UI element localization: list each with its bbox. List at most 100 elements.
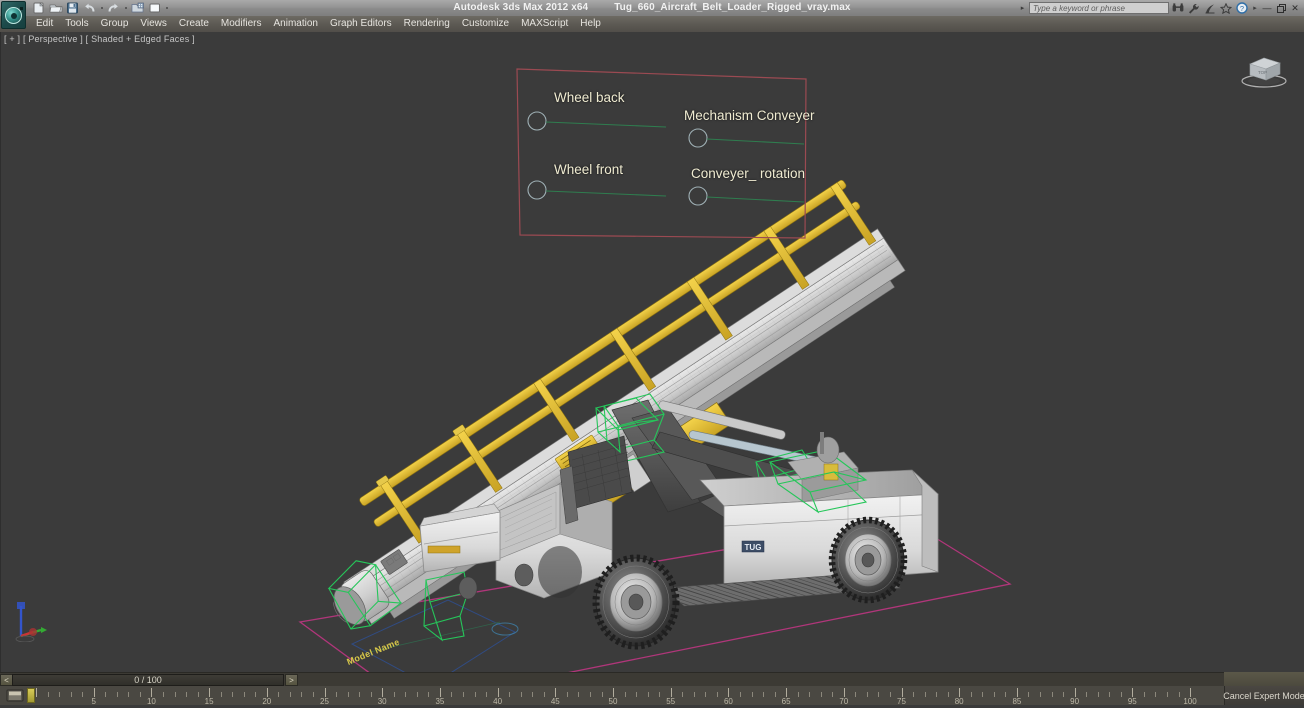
anno-circle-wheel-front[interactable]: [527, 180, 547, 200]
search-expand-arrow-icon[interactable]: ▸: [1018, 1, 1027, 15]
menu-item-rendering[interactable]: Rendering: [398, 16, 456, 32]
set-project-folder-icon[interactable]: [129, 1, 146, 15]
ruler-tick: [1016, 688, 1018, 697]
title-bar: Autodesk 3ds Max 2012 x64 Tug_660_Aircraf…: [0, 0, 1304, 16]
ruler-tick: [36, 688, 37, 697]
key-mode-toggle-icon[interactable]: [4, 688, 26, 703]
ruler-tick: [532, 692, 534, 697]
ruler-tick: [289, 692, 291, 697]
ruler-tick: [913, 692, 914, 697]
ruler-tick: [1051, 692, 1053, 697]
next-frame-button[interactable]: >: [285, 674, 298, 686]
ruler-tick: [1063, 692, 1065, 697]
menu-item-help[interactable]: Help: [574, 16, 607, 32]
anno-circle-conveyer-rotation[interactable]: [688, 186, 708, 206]
ruler-tick: [359, 692, 361, 697]
restore-button[interactable]: [1275, 1, 1287, 15]
anno-circle-mechanism-conveyer[interactable]: [688, 128, 708, 148]
open-file-icon[interactable]: [47, 1, 64, 15]
ruler-tick: [59, 692, 61, 697]
ruler-tick: [393, 692, 395, 697]
ruler-tick: [1086, 692, 1088, 697]
favorites-star-icon[interactable]: [1219, 1, 1233, 15]
menu-item-views[interactable]: Views: [134, 16, 173, 32]
binoculars-icon[interactable]: [1171, 1, 1185, 15]
time-slider-track[interactable]: < 0 / 100 >: [0, 672, 1224, 686]
ruler-tick: [578, 692, 580, 697]
ruler-tick: [416, 692, 418, 697]
ruler-tick-label: 5: [91, 697, 96, 705]
menu-item-graph-editors[interactable]: Graph Editors: [324, 16, 398, 32]
ruler-tick: [162, 692, 164, 697]
ruler-tick: [1120, 692, 1122, 697]
quick-access-toolbar: [30, 1, 170, 15]
ruler-tick: [901, 688, 903, 697]
help-icon[interactable]: ?: [1235, 1, 1249, 15]
ruler-tick: [497, 688, 499, 697]
current-frame-marker[interactable]: [27, 688, 35, 703]
application-menu-button[interactable]: [1, 1, 26, 29]
menu-item-group[interactable]: Group: [95, 16, 135, 32]
ruler-tick: [566, 692, 568, 697]
ruler-tick: [174, 692, 176, 697]
menu-item-animation[interactable]: Animation: [267, 16, 323, 32]
ruler-tick: [589, 692, 591, 697]
title-bar-right-zone: ▸ Type a keyword or phrase ? ▸ — ✕: [1018, 0, 1304, 16]
minimize-button[interactable]: —: [1261, 1, 1273, 15]
mast-detail: [816, 432, 840, 464]
help-dropdown-arrow-icon[interactable]: ▸: [1251, 3, 1259, 13]
search-input[interactable]: Type a keyword or phrase: [1029, 2, 1169, 14]
ruler-tick: [705, 692, 707, 697]
ruler-tick-label: 50: [608, 697, 618, 705]
ruler-tick: [866, 692, 868, 697]
ruler-tick: [474, 692, 476, 697]
render-setup-icon[interactable]: [146, 1, 163, 15]
more-options-arrow-icon[interactable]: [163, 1, 170, 15]
new-file-icon[interactable]: [30, 1, 47, 15]
ruler-tick: [682, 692, 684, 697]
undo-icon[interactable]: [81, 1, 98, 15]
ruler-tick: [451, 692, 453, 697]
wheel-back[interactable]: [828, 516, 908, 604]
menu-item-modifiers[interactable]: Modifiers: [215, 16, 268, 32]
ruler-tick: [1040, 692, 1041, 697]
anno-line-wheel-back: [545, 121, 667, 128]
ruler-tick-label: 25: [320, 697, 329, 705]
front-yellow-strip: [427, 545, 461, 554]
redo-dropdown-arrow-icon[interactable]: [122, 1, 129, 15]
wrench-icon[interactable]: [1187, 1, 1201, 15]
ruler-tick: [93, 688, 95, 697]
time-slider-bar: < 0 / 100 >: [0, 672, 1304, 686]
save-file-icon[interactable]: [64, 1, 81, 15]
ruler-tick: [843, 688, 845, 697]
ruler-tick: [232, 692, 234, 697]
anno-circle-wheel-back[interactable]: [527, 111, 547, 131]
frame-ruler[interactable]: 5 10 15 20 25 30 35 40 45 50 55 60 65 70 75 80 85 90 95 100: [0, 686, 1224, 705]
perspective-viewport[interactable]: [ + ] [ Perspective ] [ Shaded + Edged F…: [0, 32, 1304, 672]
ruler-tick: [613, 688, 614, 697]
time-slider-handle[interactable]: 0 / 100: [12, 674, 284, 686]
ruler-tick: [70, 692, 72, 697]
redo-icon[interactable]: [105, 1, 122, 15]
ruler-tick: [405, 692, 407, 697]
wheel-front[interactable]: [592, 554, 680, 650]
ruler-tick: [1178, 692, 1180, 697]
ground-text-label: Model Name: [345, 637, 401, 667]
menu-item-customize[interactable]: Customize: [456, 16, 515, 32]
undo-dropdown-arrow-icon[interactable]: [98, 1, 105, 15]
menu-item-tools[interactable]: Tools: [59, 16, 94, 32]
sign-in-icon[interactable]: [1203, 1, 1217, 15]
ruler-tick: [347, 692, 349, 697]
ruler-tick: [555, 688, 557, 697]
menu-item-create[interactable]: Create: [173, 16, 215, 32]
cancel-expert-mode-button[interactable]: Cancel Expert Mode: [1223, 688, 1304, 703]
ruler-tick-label: 15: [204, 697, 214, 705]
anno-line-mechanism-conveyer: [706, 138, 805, 145]
menu-item-edit[interactable]: Edit: [30, 16, 59, 32]
ruler-tick: [186, 692, 187, 697]
ruler-tick-label: 95: [1127, 697, 1137, 705]
view-cube[interactable]: TOP: [1236, 48, 1292, 88]
anno-line-conveyer-rotation: [706, 196, 805, 203]
menu-item-maxscript[interactable]: MAXScript: [515, 16, 574, 32]
close-button[interactable]: ✕: [1289, 1, 1301, 15]
